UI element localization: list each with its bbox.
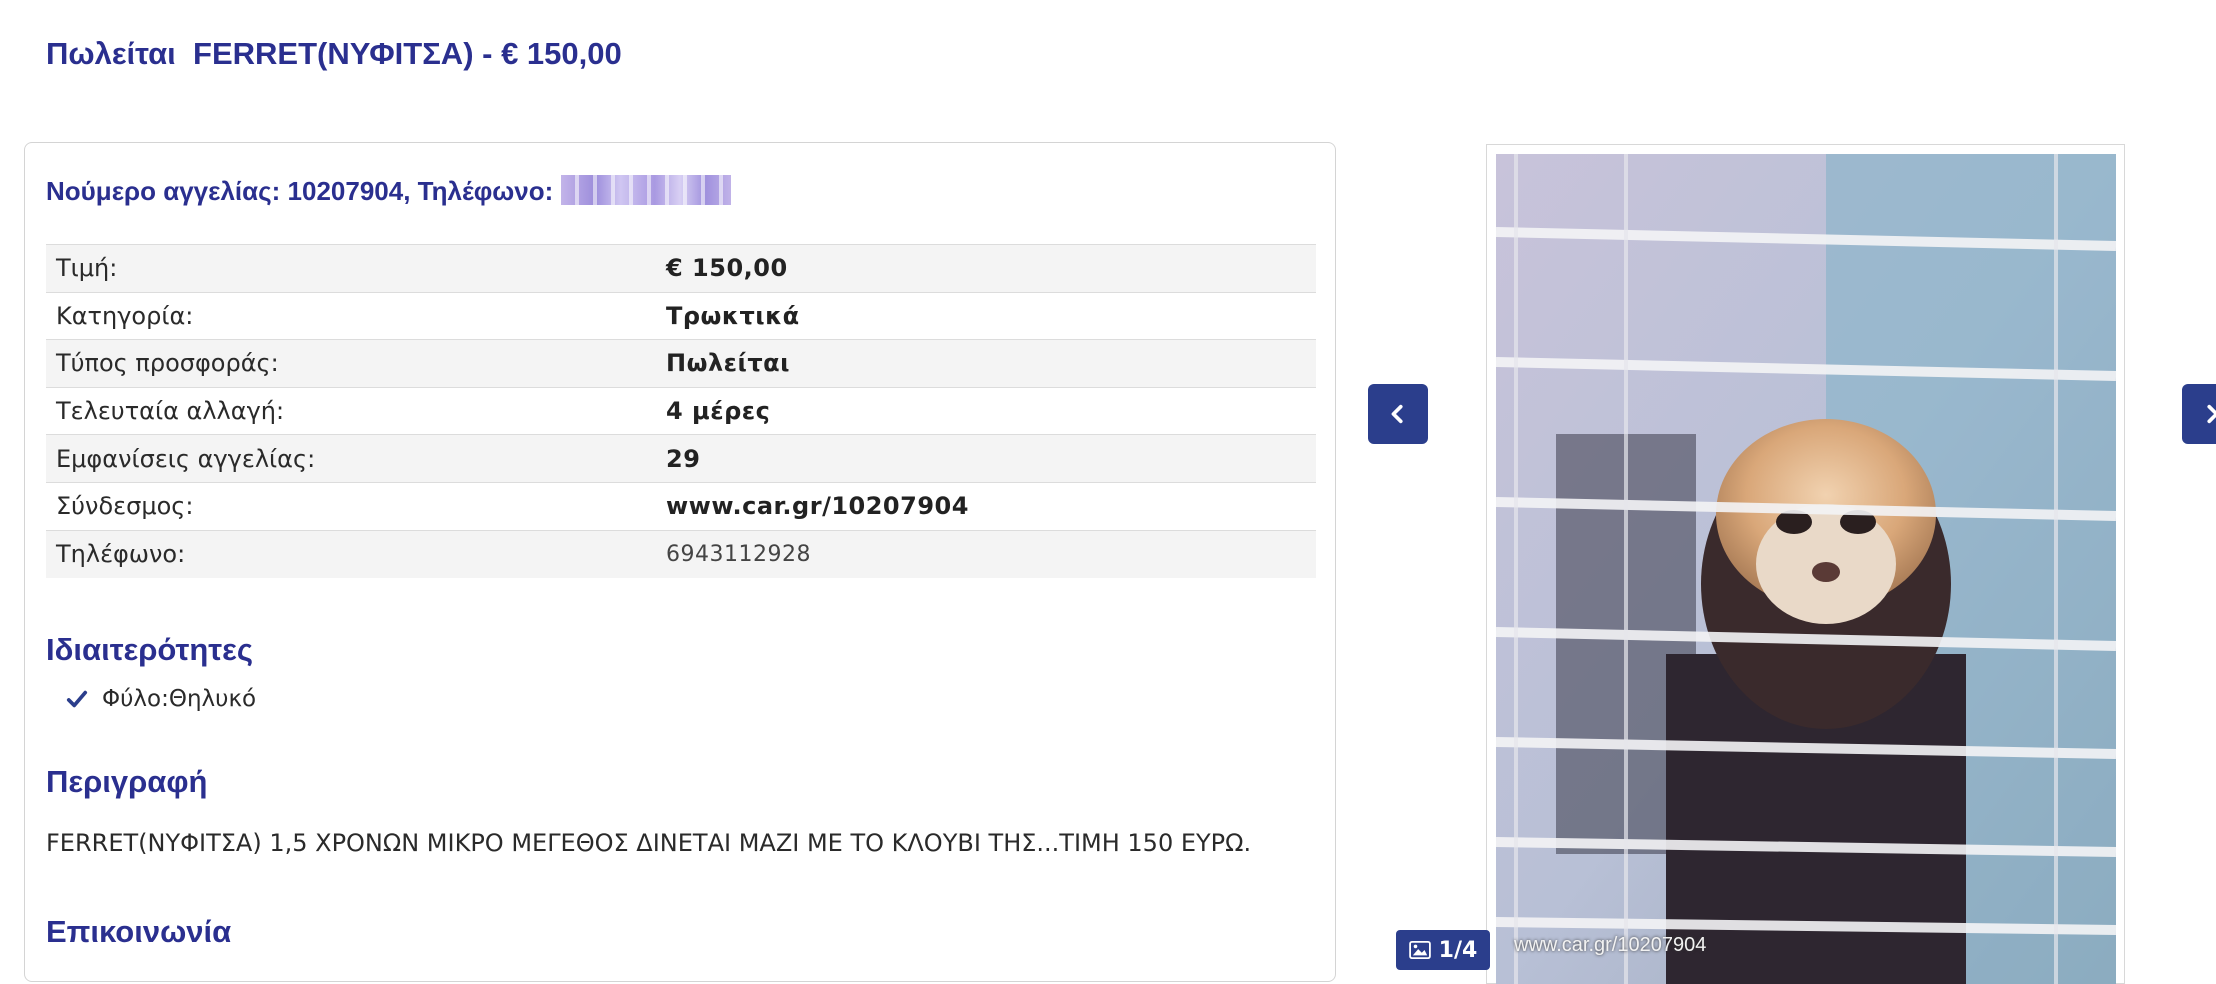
features-title: Ιδιαιτερότητες xyxy=(46,632,253,667)
ferret-in-cage-image xyxy=(1496,154,2116,984)
gallery-next-button[interactable] xyxy=(2182,384,2216,444)
detail-label-category: Κατηγορία: xyxy=(46,291,656,340)
detail-label-link: Σύνδεσμος: xyxy=(46,481,656,531)
chevron-left-icon xyxy=(1391,404,1403,424)
check-icon xyxy=(66,690,88,708)
gallery-prev-button[interactable] xyxy=(1368,384,1428,444)
description-text: FERRET(ΝΥΦΙΤΣΑ) 1,5 ΧΡΟΝΩΝ ΜΙΚΡΟ ΜΕΓΕΘΟΣ… xyxy=(46,829,1252,857)
photo-counter[interactable]: 1/4 xyxy=(1396,930,1490,970)
detail-value-price: € 150,00 xyxy=(656,244,1316,293)
blurred-phone xyxy=(561,175,732,206)
table-row: Τιμή: € 150,00 xyxy=(46,244,1316,293)
feature-text: Φύλο:Θηλυκό xyxy=(102,686,257,712)
detail-label-phone: Τηλέφωνο: xyxy=(46,529,656,578)
detail-label-offer-type: Τύπος προσφοράς: xyxy=(46,339,656,388)
feature-item: Φύλο:Θηλυκό xyxy=(66,686,256,712)
table-row: Σύνδεσμος: www.car.gr/10207904 xyxy=(46,481,1316,531)
detail-label-views: Εμφανίσεις αγγελίας: xyxy=(46,434,656,483)
detail-value-views: 29 xyxy=(656,434,1316,483)
detail-label-last-change: Τελευταία αλλαγή: xyxy=(46,386,656,435)
ferret-photo[interactable] xyxy=(1496,154,2116,984)
detail-value-phone[interactable]: 6943112928 xyxy=(656,529,1316,578)
table-row: Εμφανίσεις αγγελίας: 29 xyxy=(46,434,1316,483)
table-row: Τελευταία αλλαγή: 4 μέρες xyxy=(46,386,1316,435)
detail-value-link[interactable]: www.car.gr/10207904 xyxy=(656,481,1316,531)
details-table: Τιμή: € 150,00 Κατηγορία: Τρωκτικά Τύπος… xyxy=(46,244,1316,578)
photo-counter-text: 1/4 xyxy=(1438,937,1478,963)
image-icon xyxy=(1408,941,1431,959)
chevron-right-icon xyxy=(2207,404,2216,424)
table-row: Τηλέφωνο: 6943112928 xyxy=(46,529,1316,578)
detail-value-category: Τρωκτικά xyxy=(656,291,1316,340)
table-row: Τύπος προσφοράς: Πωλείται xyxy=(46,339,1316,388)
detail-value-offer-type: Πωλείται xyxy=(656,339,1316,388)
ad-header: Νούμερο αγγελίας: 10207904, Τηλέφωνο: xyxy=(46,175,732,208)
table-row: Κατηγορία: Τρωκτικά xyxy=(46,291,1316,340)
contact-title: Επικοινωνία xyxy=(46,914,232,949)
photo-watermark: www.car.gr/10207904 xyxy=(1514,934,1707,956)
detail-label-price: Τιμή: xyxy=(46,244,656,293)
detail-value-last-change: 4 μέρες xyxy=(656,386,1316,435)
ad-number-label: Νούμερο αγγελίας: 10207904, Τηλέφωνο: xyxy=(46,176,554,206)
description-title: Περιγραφή xyxy=(46,764,208,799)
page-title: Πωλείται FERRET(ΝΥΦΙΤΣΑ) - € 150,00 xyxy=(46,36,622,71)
